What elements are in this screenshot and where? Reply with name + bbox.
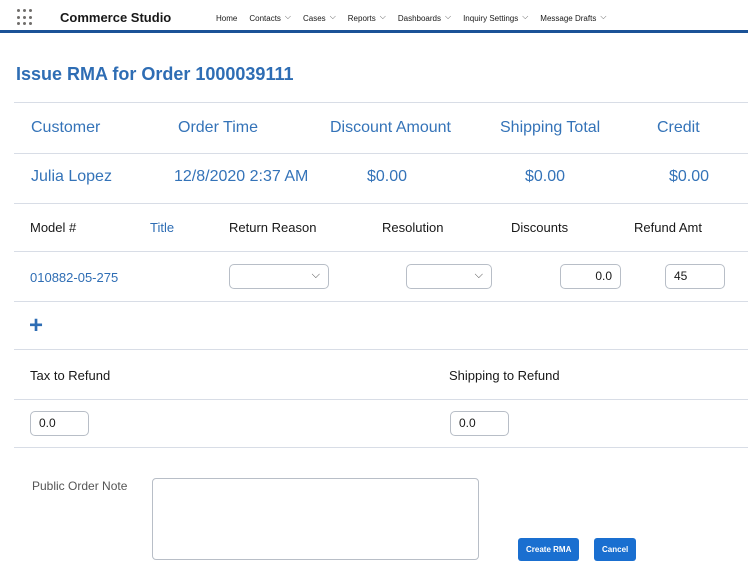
nav-item-dashboards[interactable]: Dashboards ⌵ <box>397 12 451 23</box>
chevron-down-icon[interactable]: ⌵ <box>522 12 528 22</box>
shipping-to-refund-input[interactable]: 0.0 <box>450 411 509 436</box>
summary-value-credit: $0.00 <box>669 168 710 185</box>
summary-header-discount-amount: Discount Amount <box>330 119 451 136</box>
chevron-down-icon: ⌵ <box>474 269 483 281</box>
public-order-note-textarea[interactable] <box>152 478 479 560</box>
divider <box>14 447 748 448</box>
nav-item-contacts[interactable]: Contacts ⌵ <box>249 12 291 23</box>
summary-header-shipping-total: Shipping Total <box>500 119 601 136</box>
nav-item-label: Reports <box>347 13 376 23</box>
chevron-down-icon[interactable]: ⌵ <box>330 12 336 22</box>
nav-item-label: Inquiry Settings <box>463 13 519 23</box>
nav-item-label: Home <box>216 13 238 23</box>
items-header-return-reason: Return Reason <box>229 220 317 235</box>
items-header-resolution: Resolution <box>382 220 444 235</box>
nav-item-cases[interactable]: Cases ⌵ <box>303 12 336 23</box>
summary-header-customer: Customer <box>31 119 101 136</box>
refund-amt-input[interactable]: 45 <box>665 264 725 289</box>
summary-value-shipping-total: $0.00 <box>525 168 566 185</box>
nav-item-label: Dashboards <box>397 13 441 23</box>
summary-header-order-time: Order Time <box>178 119 259 136</box>
page-title: Issue RMA for Order 1000039111 <box>16 64 294 84</box>
shipping-to-refund-label: Shipping to Refund <box>449 368 560 383</box>
nav-item-message-drafts[interactable]: Message Drafts ⌵ <box>540 12 606 23</box>
divider <box>14 399 748 400</box>
divider <box>14 203 748 204</box>
items-header-discounts: Discounts <box>511 220 569 235</box>
nav-item-label: Cases <box>303 13 326 23</box>
create-rma-button[interactable]: Create RMA <box>518 538 580 561</box>
divider <box>14 153 748 154</box>
chevron-down-icon[interactable]: ⌵ <box>445 12 451 22</box>
nav-items: Home Contacts ⌵ Cases ⌵ Reports ⌵ Dashbo… <box>216 12 606 23</box>
chevron-down-icon[interactable]: ⌵ <box>285 12 291 22</box>
tax-to-refund-input[interactable]: 0.0 <box>30 411 89 436</box>
resolution-select[interactable]: ⌵ <box>406 264 492 289</box>
chevron-down-icon[interactable]: ⌵ <box>380 12 386 22</box>
summary-header-credit: Credit <box>657 119 700 136</box>
items-header-refund-amt: Refund Amt <box>634 220 702 235</box>
items-header-model: Model # <box>30 220 77 235</box>
global-nav-bar: Commerce Studio Home Contacts ⌵ Cases ⌵ … <box>0 0 748 33</box>
divider <box>14 251 748 252</box>
summary-value-customer: Julia Lopez <box>31 168 112 185</box>
summary-value-discount-amount: $0.00 <box>367 168 408 185</box>
app-launcher-icon[interactable] <box>17 9 34 26</box>
discounts-input[interactable]: 0.0 <box>560 264 621 289</box>
item-model-link[interactable]: 010882-05-275 <box>30 270 118 285</box>
tax-to-refund-label: Tax to Refund <box>30 368 111 383</box>
add-item-icon[interactable]: + <box>29 314 43 338</box>
chevron-down-icon: ⌵ <box>311 269 320 281</box>
divider <box>14 301 748 302</box>
divider <box>14 102 748 103</box>
nav-item-label: Message Drafts <box>540 13 597 23</box>
cancel-button[interactable]: Cancel <box>594 538 637 561</box>
nav-item-home[interactable]: Home <box>216 14 237 23</box>
divider <box>14 349 748 350</box>
public-order-note-label: Public Order Note <box>32 479 128 493</box>
nav-item-inquiry-settings[interactable]: Inquiry Settings ⌵ <box>463 12 528 23</box>
app-name: Commerce Studio <box>60 10 172 25</box>
nav-item-reports[interactable]: Reports ⌵ <box>347 12 386 23</box>
summary-value-order-time: 12/8/2020 2:37 AM <box>174 168 309 185</box>
chevron-down-icon[interactable]: ⌵ <box>600 12 606 22</box>
items-header-title[interactable]: Title <box>150 220 174 235</box>
return-reason-select[interactable]: ⌵ <box>229 264 329 289</box>
nav-item-label: Contacts <box>249 13 281 23</box>
